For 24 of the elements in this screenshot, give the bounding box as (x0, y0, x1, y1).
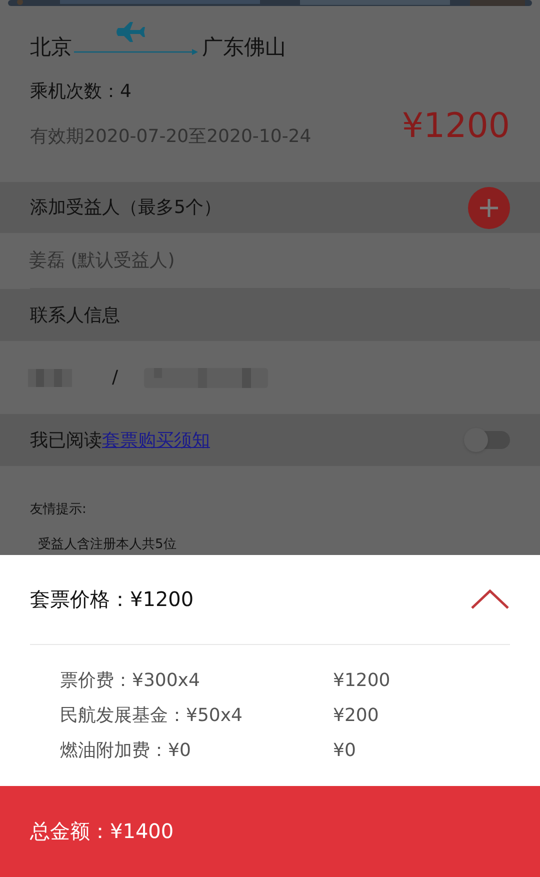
collapse-button[interactable] (470, 587, 510, 612)
separator: / (112, 366, 118, 390)
origin-city: 北京 (30, 34, 72, 62)
plus-icon (479, 198, 499, 218)
package-price: ¥1200 (402, 104, 510, 148)
fee-label: 民航发展基金：¥50x4 (60, 704, 244, 728)
fee-amount: ¥0 (333, 738, 356, 763)
flight-count: 乘机次数：4 (30, 80, 132, 104)
notice-link[interactable]: 套票购买须知 (102, 430, 210, 451)
fee-amount: ¥200 (333, 704, 379, 728)
chevron-up-icon (471, 589, 509, 610)
fee-amount: ¥1200 (333, 668, 390, 693)
fee-label: 燃油附加费：¥0 (60, 738, 192, 763)
tip-text: 受益人含注册本人共5位 (38, 536, 178, 554)
toggle-switch[interactable] (464, 428, 510, 452)
section-title: 添加受益人（最多5个） (30, 196, 222, 220)
total-amount: 总金额：¥1400 (30, 818, 174, 846)
add-button[interactable] (468, 186, 510, 229)
section-title: 联系人信息 (30, 304, 120, 328)
fee-label: 票价费：¥300x4 (60, 668, 201, 693)
tips-title: 友情提示: (30, 500, 88, 519)
destination-city: 广东佛山 (202, 34, 286, 62)
agreement-text: 我已阅读套票购买须知 (30, 428, 210, 453)
sheet-title: 套票价格：¥1200 (30, 586, 194, 614)
